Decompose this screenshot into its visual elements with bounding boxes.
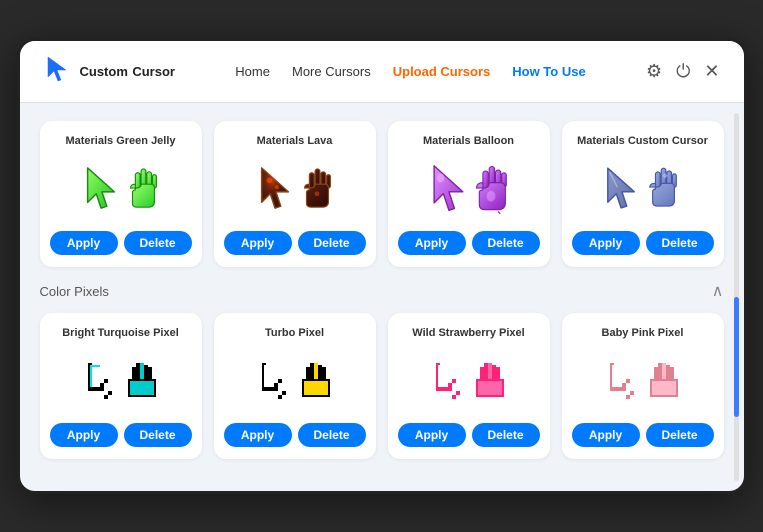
nav-home[interactable]: Home bbox=[235, 64, 270, 79]
cursor-images-turquoise-pixel bbox=[84, 349, 158, 413]
card-title-green-jelly: Materials Green Jelly bbox=[65, 135, 175, 147]
strawberry-pixel-arrow-icon bbox=[432, 361, 466, 401]
main-content: Materials Green Jelly bbox=[20, 103, 744, 491]
scrollbar-track bbox=[734, 113, 739, 481]
nav-upload-cursors[interactable]: Upload Cursors bbox=[393, 64, 491, 79]
turbo-pixel-arrow-icon bbox=[258, 361, 292, 401]
btn-row-pink-pixel: Apply Delete bbox=[572, 423, 714, 447]
apply-strawberry-pixel[interactable]: Apply bbox=[398, 423, 466, 447]
cursor-images-green-jelly bbox=[83, 157, 159, 221]
btn-row-lava: Apply Delete bbox=[224, 231, 366, 255]
card-title-balloon: Materials Balloon bbox=[423, 135, 514, 147]
scrollbar-thumb[interactable] bbox=[734, 297, 739, 417]
lava-hand-icon bbox=[301, 167, 333, 211]
gear-icon[interactable]: ⚙ bbox=[646, 61, 662, 82]
card-green-jelly: Materials Green Jelly bbox=[40, 121, 202, 267]
card-title-lava: Materials Lava bbox=[257, 135, 333, 147]
apply-green-jelly[interactable]: Apply bbox=[50, 231, 118, 255]
color-pixels-title: Color Pixels bbox=[40, 284, 109, 299]
card-turquoise-pixel: Bright Turquoise Pixel bbox=[40, 313, 202, 459]
collapse-icon[interactable]: ∧ bbox=[712, 281, 724, 301]
balloon-arrow-icon bbox=[429, 164, 467, 214]
pink-pixel-hand-icon bbox=[646, 361, 680, 401]
apply-pink-pixel[interactable]: Apply bbox=[572, 423, 640, 447]
apply-custom-cursor[interactable]: Apply bbox=[572, 231, 640, 255]
color-pixels-section-header: Color Pixels ∧ bbox=[40, 281, 724, 301]
card-pink-pixel: Baby Pink Pixel bbox=[562, 313, 724, 459]
power-icon[interactable]: ⏻ bbox=[676, 61, 690, 82]
delete-pink-pixel[interactable]: Delete bbox=[646, 423, 714, 447]
delete-green-jelly[interactable]: Delete bbox=[124, 231, 192, 255]
card-title-turquoise-pixel: Bright Turquoise Pixel bbox=[62, 327, 179, 339]
delete-custom-cursor[interactable]: Delete bbox=[646, 231, 714, 255]
delete-strawberry-pixel[interactable]: Delete bbox=[472, 423, 540, 447]
green-jelly-hand-icon bbox=[127, 167, 159, 211]
delete-turquoise-pixel[interactable]: Delete bbox=[124, 423, 192, 447]
btn-row-green-jelly: Apply Delete bbox=[50, 231, 192, 255]
card-turbo-pixel: Turbo Pixel bbox=[214, 313, 376, 459]
card-strawberry-pixel: Wild Strawberry Pixel bbox=[388, 313, 550, 459]
logo-text: Custom Cursor bbox=[80, 63, 175, 81]
balloon-hand-icon bbox=[473, 164, 509, 214]
delete-turbo-pixel[interactable]: Delete bbox=[298, 423, 366, 447]
cc-hand-icon bbox=[646, 166, 682, 212]
apply-turquoise-pixel[interactable]: Apply bbox=[50, 423, 118, 447]
strawberry-pixel-hand-icon bbox=[472, 361, 506, 401]
delete-balloon[interactable]: Delete bbox=[472, 231, 540, 255]
color-pixels-grid: Bright Turquoise Pixel bbox=[40, 313, 724, 459]
apply-turbo-pixel[interactable]: Apply bbox=[224, 423, 292, 447]
logo: Custom Cursor bbox=[44, 55, 175, 88]
header-icons: ⚙ ⏻ ✕ bbox=[646, 61, 719, 82]
pink-pixel-arrow-icon bbox=[606, 361, 640, 401]
btn-row-strawberry-pixel: Apply Delete bbox=[398, 423, 540, 447]
btn-row-turquoise-pixel: Apply Delete bbox=[50, 423, 192, 447]
card-balloon: Materials Balloon bbox=[388, 121, 550, 267]
turquoise-pixel-hand-icon bbox=[124, 361, 158, 401]
btn-row-turbo-pixel: Apply Delete bbox=[224, 423, 366, 447]
cc-arrow-icon bbox=[604, 166, 640, 212]
card-custom-cursor: Materials Custom Cursor bbox=[562, 121, 724, 267]
navigation: Home More Cursors Upload Cursors How To … bbox=[235, 64, 585, 79]
btn-row-custom-cursor: Apply Delete bbox=[572, 231, 714, 255]
card-title-turbo-pixel: Turbo Pixel bbox=[265, 327, 324, 339]
card-title-pink-pixel: Baby Pink Pixel bbox=[602, 327, 684, 339]
turbo-pixel-hand-icon bbox=[298, 361, 332, 401]
btn-row-balloon: Apply Delete bbox=[398, 231, 540, 255]
apply-balloon[interactable]: Apply bbox=[398, 231, 466, 255]
delete-lava[interactable]: Delete bbox=[298, 231, 366, 255]
green-jelly-arrow-icon bbox=[83, 166, 121, 212]
logo-icon bbox=[44, 55, 72, 88]
cursor-images-strawberry-pixel bbox=[432, 349, 506, 413]
cursor-images-lava bbox=[257, 157, 333, 221]
header: Custom Cursor Home More Cursors Upload C… bbox=[20, 41, 744, 103]
cursor-images-turbo-pixel bbox=[258, 349, 332, 413]
card-title-strawberry-pixel: Wild Strawberry Pixel bbox=[412, 327, 524, 339]
cursor-images-balloon bbox=[429, 157, 509, 221]
nav-more-cursors[interactable]: More Cursors bbox=[292, 64, 371, 79]
card-title-custom-cursor: Materials Custom Cursor bbox=[577, 135, 708, 147]
turquoise-pixel-arrow-icon bbox=[84, 361, 118, 401]
nav-how-to-use[interactable]: How To Use bbox=[512, 64, 585, 79]
cursor-images-custom-cursor bbox=[604, 157, 682, 221]
card-lava: Materials Lava bbox=[214, 121, 376, 267]
cursor-images-pink-pixel bbox=[606, 349, 680, 413]
materials-grid: Materials Green Jelly bbox=[40, 121, 724, 267]
app-window: Custom Cursor Home More Cursors Upload C… bbox=[17, 38, 747, 494]
lava-arrow-icon bbox=[257, 166, 295, 212]
apply-lava[interactable]: Apply bbox=[224, 231, 292, 255]
close-icon[interactable]: ✕ bbox=[704, 61, 719, 82]
